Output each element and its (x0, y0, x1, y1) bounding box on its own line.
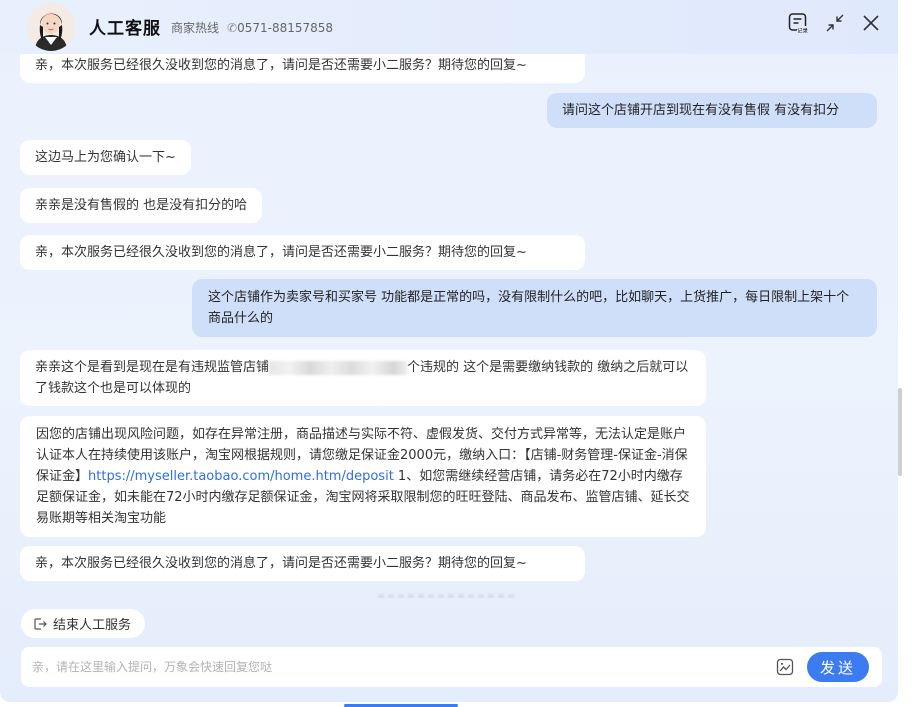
chat-record-button[interactable]: 记录 (787, 12, 809, 35)
chat-record-label: 记录 (797, 27, 809, 35)
message-agent: 因您的店铺出现风险问题，如存在异常注册，商品描述与实际不符、虚假发货、交付方式异… (20, 416, 706, 537)
message-composer: 发送 (21, 647, 882, 687)
redacted-text (269, 360, 408, 375)
close-icon (863, 15, 879, 31)
message-agent: 亲亲是没有售假的 也是没有扣分的哈 (20, 188, 263, 223)
phone-icon: ✆ (227, 21, 238, 35)
message-text: 这边马上为您确认一下~ (35, 150, 176, 165)
chat-header: 人工客服 商家热线 ✆0571-88157858 记录 (0, 0, 898, 54)
page-title: 人工客服 (89, 19, 161, 39)
message-user: 这个店铺作为卖家号和买家号 功能都是正常的吗，没有限制什么的吧，比如聊天，上货推… (192, 279, 877, 337)
message-agent: 亲，本次服务已经很久没收到您的消息了，请问是否还需要小二服务？期待您的回复~ (20, 546, 585, 581)
message-list[interactable]: 亲，本次服务已经很久没收到您的消息了，请问是否还需要小二服务？期待您的回复~ 请… (0, 54, 898, 598)
send-button[interactable]: 发送 (807, 652, 869, 682)
image-button[interactable] (775, 657, 795, 677)
end-service-label: 结束人工服务 (53, 618, 132, 633)
end-service-button[interactable]: 结束人工服务 (21, 609, 146, 638)
message-text: 亲，本次服务已经很久没收到您的消息了，请问是否还需要小二服务？期待您的回复~ (35, 556, 527, 571)
hotline-number: 0571-88157858 (237, 21, 334, 35)
hidden-message-hint (378, 594, 518, 598)
minimize-button[interactable] (824, 12, 846, 34)
message-text: 这个店铺作为卖家号和买家号 功能都是正常的吗，没有限制什么的吧，比如聊天，上货推… (208, 290, 850, 326)
deposit-link[interactable]: https://myseller.taobao.com/home.htm/dep… (88, 469, 394, 484)
message-text: 亲亲是没有售假的 也是没有扣分的哈 (35, 198, 248, 213)
message-input[interactable] (32, 656, 752, 678)
customer-service-window: 人工客服 商家热线 ✆0571-88157858 记录 亲，本次服务已经很久没收… (0, 0, 898, 702)
message-agent: 亲亲这个是看到是现在是有违规监管店铺 个违规的 这个是需要缴纳钱款的 缴纳之后就可… (20, 350, 706, 406)
image-icon (776, 658, 794, 676)
scrollbar[interactable] (898, 388, 902, 476)
minimize-icon (826, 14, 844, 32)
exit-icon (34, 617, 47, 630)
message-agent: 亲，本次服务已经很久没收到您的消息了，请问是否还需要小二服务？期待您的回复~ (20, 54, 585, 83)
merchant-hotline: 商家热线 ✆0571-88157858 (171, 19, 333, 36)
message-text: 亲，本次服务已经很久没收到您的消息了，请问是否还需要小二服务？期待您的回复~ (35, 58, 527, 73)
hotline-label: 商家热线 (171, 21, 220, 35)
message-text: 请问这个店铺开店到现在有没有售假 有没有扣分 (562, 103, 840, 118)
message-text: 亲亲这个是看到是现在是有违规监管店铺 (35, 360, 270, 375)
message-text: 亲，本次服务已经很久没收到您的消息了，请问是否还需要小二服务？期待您的回复~ (35, 245, 527, 260)
close-button[interactable] (860, 12, 882, 34)
message-user: 请问这个店铺开店到现在有没有售假 有没有扣分 (547, 93, 877, 128)
message-agent: 这边马上为您确认一下~ (20, 140, 191, 175)
chat-record-icon: 记录 (788, 13, 809, 35)
agent-avatar (27, 3, 75, 51)
message-agent: 亲，本次服务已经很久没收到您的消息了，请问是否还需要小二服务？期待您的回复~ (20, 235, 585, 270)
